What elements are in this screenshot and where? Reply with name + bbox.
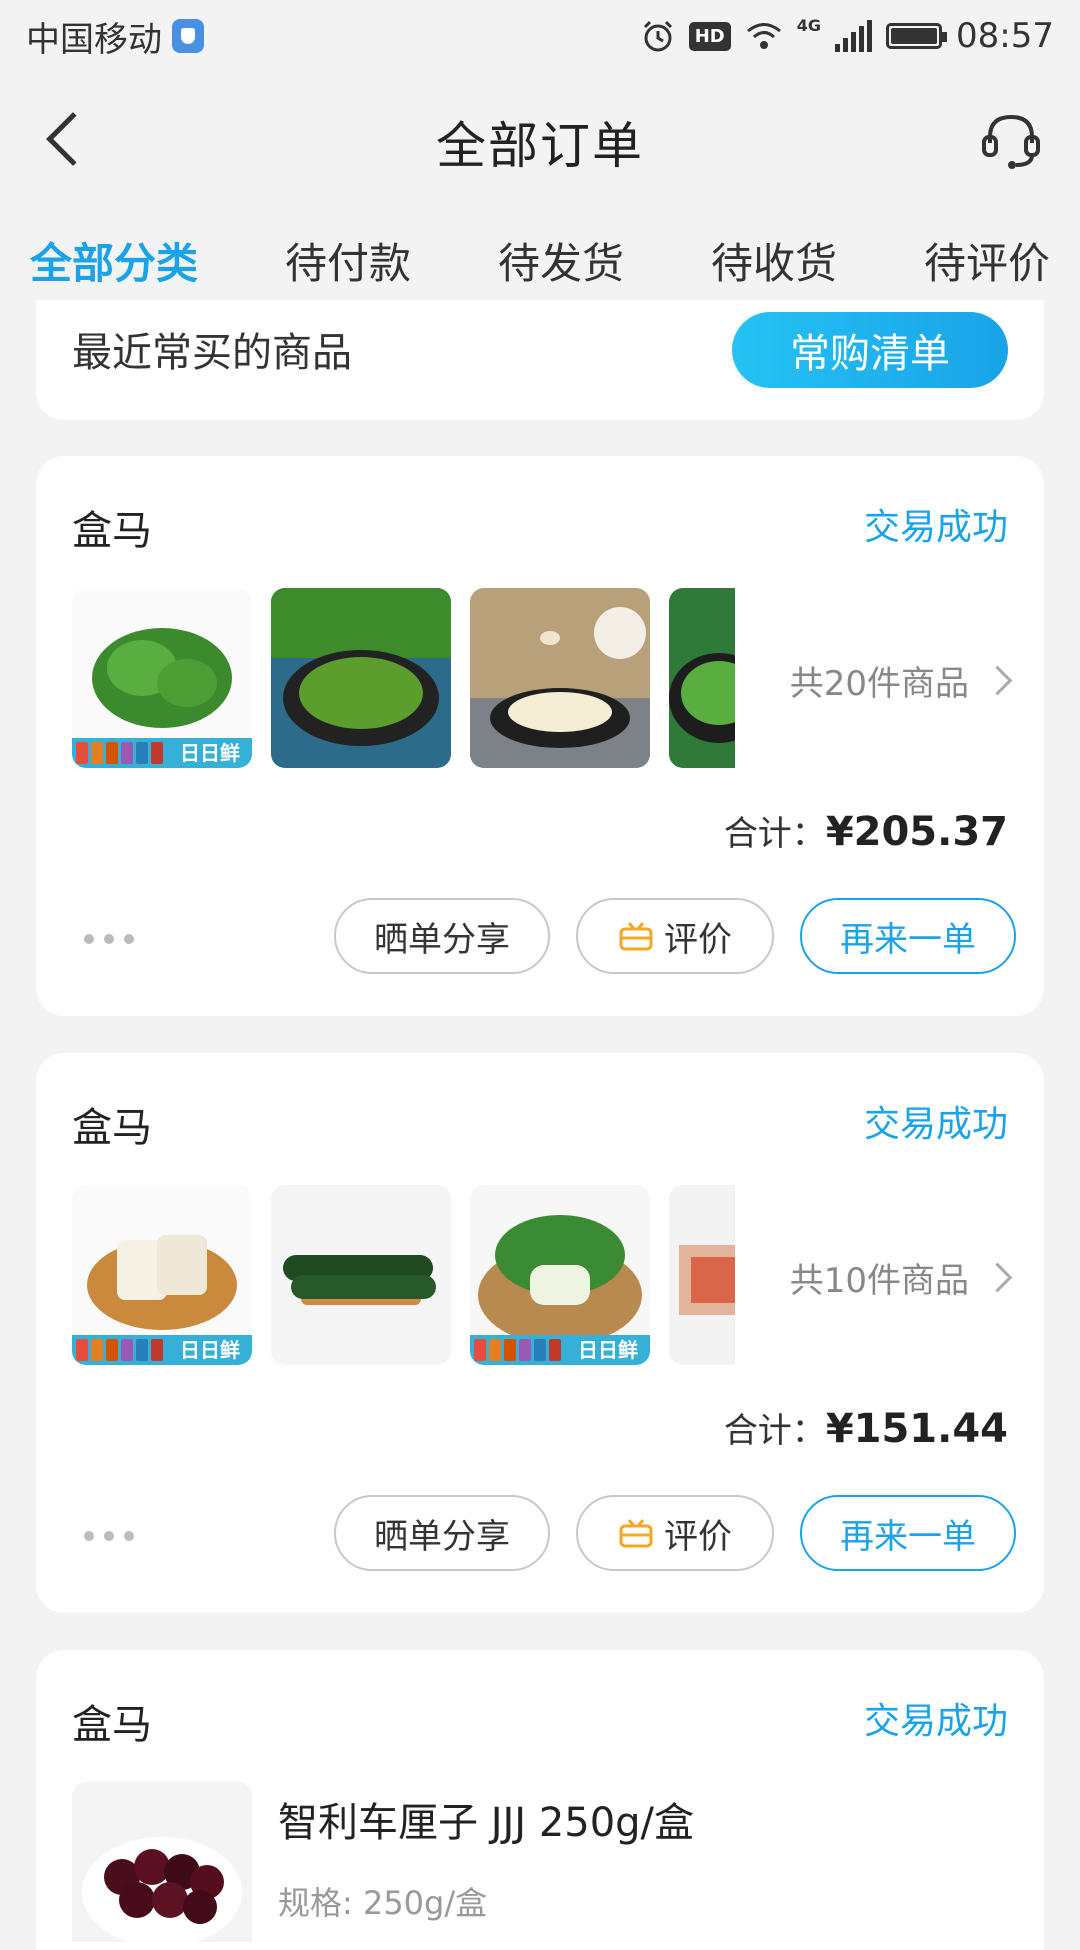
- shield-icon: [172, 19, 204, 53]
- order-status: 交易成功: [863, 1104, 1008, 1145]
- back-icon[interactable]: [46, 112, 100, 166]
- signal-icon: [835, 20, 873, 52]
- product-thumb-cherries[interactable]: [72, 1782, 252, 1942]
- total-value: ¥205.37: [825, 809, 1008, 855]
- battery-icon: [886, 23, 948, 49]
- more-options-icon[interactable]: [84, 934, 134, 944]
- product-thumb-herb: 日日鲜: [72, 588, 252, 768]
- chevron-right-icon: [982, 665, 1013, 696]
- store-name: 盒马: [72, 1105, 152, 1151]
- reorder-button[interactable]: 再来一单: [800, 1495, 1016, 1571]
- badge-label: 日日鲜: [180, 1338, 240, 1362]
- order-total: 合计： ¥151.44: [724, 1403, 1008, 1452]
- review-icon: [619, 922, 653, 951]
- frequent-list-button[interactable]: 常购清单: [732, 312, 1008, 388]
- carrier-label: 中国移动: [26, 19, 162, 60]
- network-type: 4G: [796, 16, 822, 35]
- item-count-label: 共10件商品: [789, 1261, 969, 1301]
- order-card: 盒马 交易成功 日日鲜: [36, 1053, 1044, 1613]
- product-thumbnails[interactable]: 日日鲜 日日鲜: [72, 1185, 735, 1365]
- review-label: 评价: [664, 1516, 732, 1557]
- product-thumbnails[interactable]: 日日鲜: [72, 588, 735, 768]
- product-badge: 日日鲜: [72, 738, 252, 768]
- order-status: 交易成功: [863, 1701, 1008, 1742]
- total-value: ¥151.44: [825, 1406, 1008, 1452]
- hd-icon: HD: [688, 21, 731, 51]
- product-thumb-cucumber: [271, 1185, 451, 1365]
- review-button[interactable]: 评价: [576, 1495, 774, 1571]
- total-label: 合计：: [723, 814, 826, 854]
- badge-label: 日日鲜: [180, 741, 240, 765]
- status-right: HD 4G 08:57: [641, 16, 1054, 56]
- header: 全部订单: [0, 72, 1080, 212]
- wifi-icon: [746, 23, 781, 49]
- share-order-button[interactable]: 晒单分享: [334, 898, 550, 974]
- recent-purchases-card: 最近常买的商品 常购清单: [36, 300, 1044, 420]
- store-name: 盒马: [72, 1702, 152, 1748]
- share-order-button[interactable]: 晒单分享: [334, 1495, 550, 1571]
- product-thumb-more: [669, 1185, 735, 1365]
- product-name[interactable]: 智利车厘子 JJJ 250g/盒: [278, 1790, 694, 1848]
- total-label: 合计：: [723, 1411, 826, 1451]
- review-label: 评价: [664, 919, 732, 960]
- review-icon: [619, 1519, 653, 1548]
- product-thumb-more: [669, 588, 735, 768]
- review-button[interactable]: 评价: [576, 898, 774, 974]
- order-card: 盒马 交易成功 日日鲜: [36, 456, 1044, 1016]
- store-name: 盒马: [72, 508, 152, 554]
- order-status: 交易成功: [863, 507, 1008, 548]
- product-spec: 规格: 250g/盒: [278, 1884, 488, 1922]
- status-bar: 中国移动 HD 4G 08:57: [0, 0, 1080, 72]
- customer-service-icon[interactable]: [976, 107, 1046, 177]
- product-badge: 日日鲜: [470, 1335, 650, 1365]
- product-thumb-chopped-greens: [271, 588, 451, 768]
- product-thumb-tofu: 日日鲜: [72, 1185, 252, 1365]
- more-options-icon[interactable]: [84, 1531, 134, 1541]
- clock: 08:57: [956, 16, 1054, 56]
- recent-purchases-label: 最近常买的商品: [72, 330, 352, 376]
- item-count-label: 共20件商品: [789, 664, 969, 704]
- chevron-right-icon: [982, 1262, 1013, 1293]
- alarm-icon: [643, 20, 672, 52]
- product-badge: 日日鲜: [72, 1335, 252, 1365]
- item-count[interactable]: 共20件商品: [789, 656, 1013, 705]
- reorder-button[interactable]: 再来一单: [800, 898, 1016, 974]
- order-total: 合计： ¥205.37: [724, 806, 1008, 855]
- page-title: 全部订单: [436, 117, 644, 175]
- product-thumb-bok-choy: 日日鲜: [470, 1185, 650, 1365]
- status-left: 中国移动: [26, 12, 204, 61]
- product-thumb-garlic: [470, 588, 650, 768]
- item-count[interactable]: 共10件商品: [789, 1253, 1013, 1302]
- badge-label: 日日鲜: [578, 1338, 638, 1362]
- order-card: 盒马 交易成功 智利车厘子 JJJ 250g/盒 规格: 250g/盒: [36, 1650, 1044, 1950]
